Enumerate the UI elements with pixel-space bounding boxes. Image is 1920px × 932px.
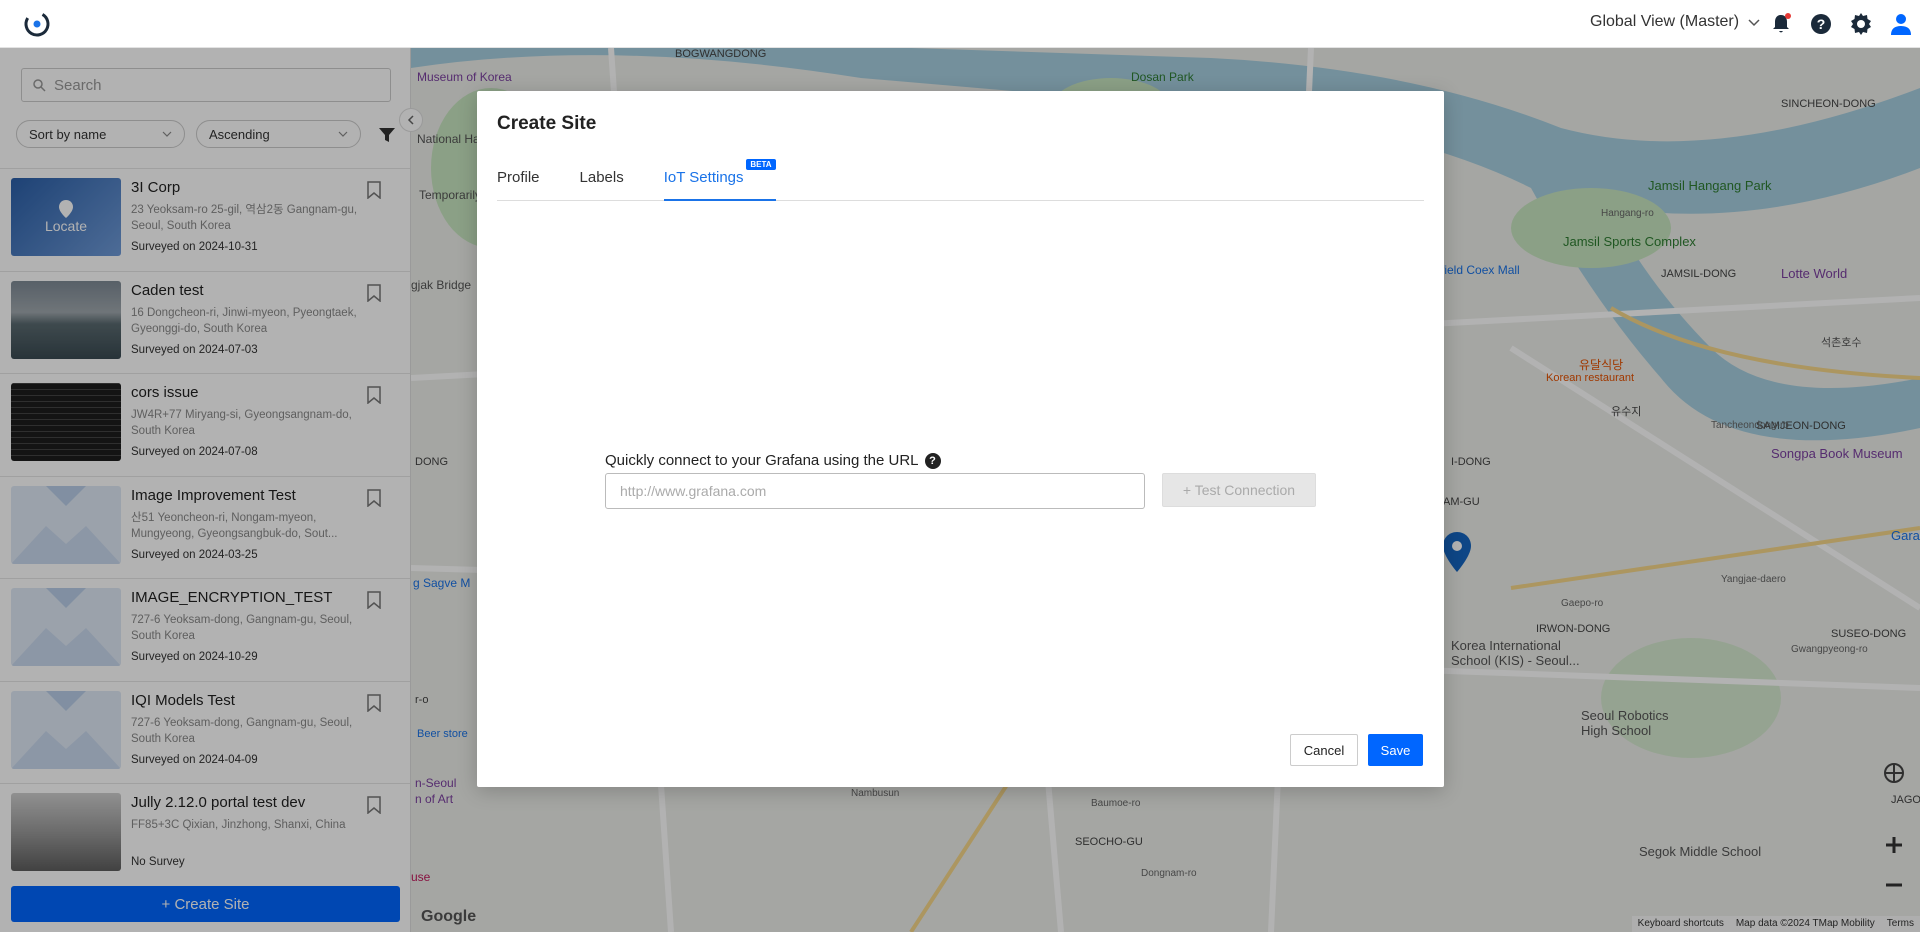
bell-icon[interactable]	[1769, 12, 1793, 36]
dialog-title: Create Site	[497, 113, 597, 134]
tab-iot-settings[interactable]: IoT Settings BETA	[663, 159, 776, 201]
cancel-button[interactable]: Cancel	[1290, 734, 1358, 766]
beta-badge: BETA	[746, 159, 776, 170]
user-icon[interactable]	[1889, 12, 1913, 36]
view-selector-label: Global View (Master)	[1590, 13, 1740, 30]
settings-icon[interactable]	[1849, 12, 1873, 36]
create-site-dialog: Create Site Profile Labels IoT Settings …	[477, 91, 1444, 787]
grafana-url-label-text: Quickly connect to your Grafana using th…	[605, 452, 919, 469]
tab-labels[interactable]: Labels	[580, 169, 624, 200]
tab-profile[interactable]: Profile	[497, 169, 540, 200]
svg-text:?: ?	[1817, 16, 1826, 32]
grafana-url-label: Quickly connect to your Grafana using th…	[605, 452, 941, 469]
grafana-url-input[interactable]	[605, 473, 1145, 509]
save-button[interactable]: Save	[1368, 734, 1423, 766]
dialog-tabs: Profile Labels IoT Settings BETA	[497, 159, 1424, 201]
app-logo-icon[interactable]	[23, 10, 51, 38]
help-icon[interactable]: ?	[1809, 12, 1833, 36]
tab-iot-settings-label: IoT Settings	[663, 169, 744, 186]
help-icon[interactable]: ?	[924, 452, 941, 469]
top-bar: Global View (Master) ?	[0, 0, 1920, 48]
view-selector[interactable]: Global View (Master)	[1590, 13, 1761, 31]
test-connection-button[interactable]: + Test Connection	[1162, 473, 1316, 507]
notification-dot	[1785, 13, 1791, 19]
chevron-down-icon	[1748, 19, 1760, 27]
